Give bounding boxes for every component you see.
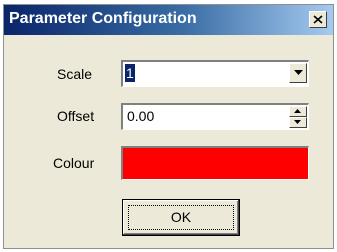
- scale-value: 1: [125, 64, 135, 82]
- scale-select[interactable]: 1: [121, 60, 309, 87]
- ok-label: OK: [170, 209, 192, 225]
- spin-up-icon: [294, 109, 301, 113]
- offset-label: Offset: [57, 108, 95, 124]
- colour-label: Colour: [53, 155, 95, 171]
- spin-up-button[interactable]: [289, 106, 307, 117]
- offset-value: 0.00: [127, 108, 155, 124]
- scale-label: Scale: [57, 66, 93, 82]
- close-icon: [313, 15, 323, 24]
- offset-spinbox[interactable]: 0.00: [121, 103, 309, 130]
- scale-dropdown-button[interactable]: [289, 63, 307, 83]
- parameter-dialog: Parameter Configuration Scale 1 Offset 0…: [3, 4, 334, 249]
- dialog-title: Parameter Configuration: [9, 10, 197, 27]
- colour-swatch[interactable]: [121, 146, 309, 180]
- title-bar[interactable]: Parameter Configuration: [4, 5, 333, 35]
- close-button[interactable]: [309, 11, 327, 28]
- page: Parameter Configuration Scale 1 Offset 0…: [0, 0, 337, 252]
- spin-down-button[interactable]: [289, 117, 307, 128]
- chevron-down-icon: [294, 70, 303, 75]
- spin-down-icon: [294, 120, 301, 124]
- ok-button[interactable]: OK: [122, 199, 240, 236]
